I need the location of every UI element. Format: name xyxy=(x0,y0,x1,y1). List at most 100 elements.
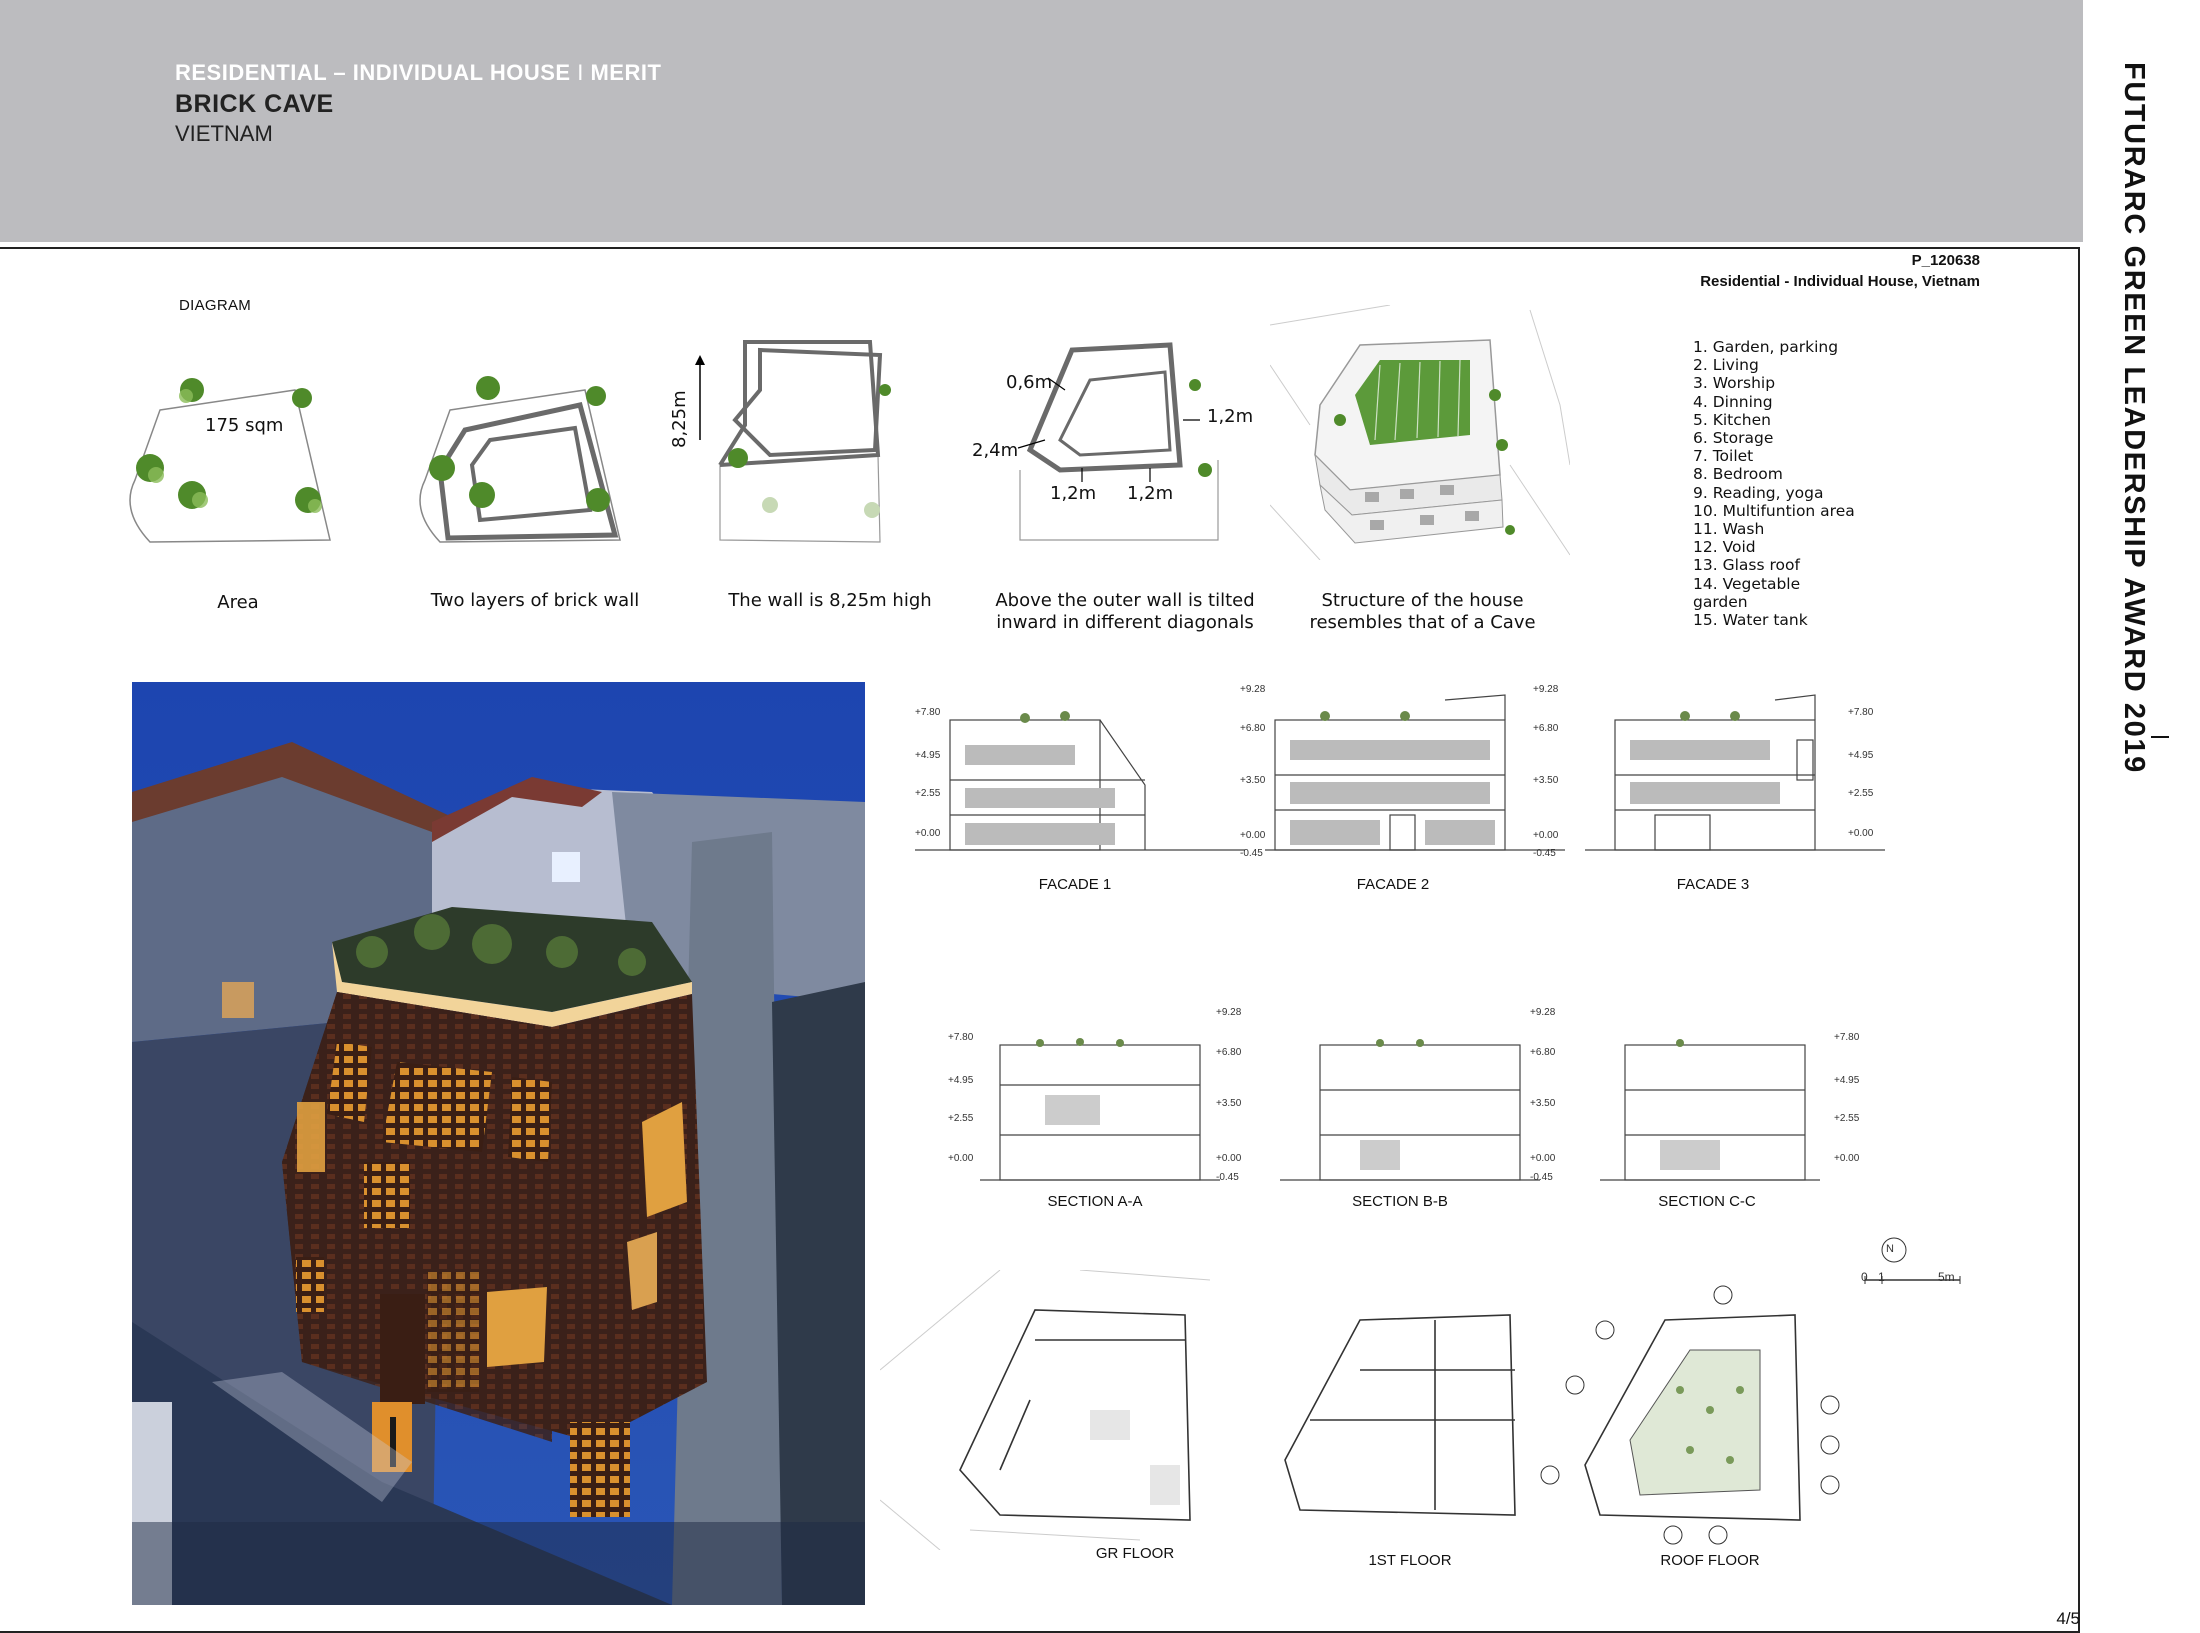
facade-drawings xyxy=(915,694,1885,851)
level-sa-495: +4.95 xyxy=(948,1075,974,1086)
legend-item: 13. Glass roof xyxy=(1693,556,1800,575)
level-f3-495: +4.95 xyxy=(1848,750,1874,761)
label-facade-2: FACADE 2 xyxy=(1356,876,1430,893)
level-sa-000: +0.00 xyxy=(948,1153,974,1164)
north-label: N xyxy=(1886,1243,1894,1255)
caption-wall-height: The wall is 8,25m high xyxy=(728,590,932,611)
level-f3-000: +0.00 xyxy=(1848,828,1874,839)
level-f2-928: +9.28 xyxy=(1533,684,1559,695)
level-f1-928: +9.28 xyxy=(1240,684,1266,695)
caption-brick-layers: Two layers of brick wall xyxy=(430,590,640,611)
legend-item: 7. Toilet xyxy=(1693,447,1754,466)
level-sc-000: +0.00 xyxy=(1834,1153,1860,1164)
caption-area: Area xyxy=(217,592,259,613)
dim-1-2-left: 1,2m xyxy=(1050,483,1097,504)
level-f1-255: +2.55 xyxy=(915,788,941,799)
level-sa-928: +9.28 xyxy=(1216,1007,1242,1018)
header-band xyxy=(0,0,2083,242)
category-line: RESIDENTIAL – INDIVIDUAL HOUSE I MERIT xyxy=(175,60,661,86)
level-f1-000b: +0.00 xyxy=(1240,830,1266,841)
legend-item: 12. Void xyxy=(1693,538,1756,557)
caption-tilt-line-1: Above the outer wall is tilted xyxy=(995,590,1255,611)
level-f1-000: +0.00 xyxy=(915,828,941,839)
legend-item: 5. Kitchen xyxy=(1693,410,1771,429)
floor-plan-drawings xyxy=(880,1270,1840,1550)
diagram-label: DIAGRAM xyxy=(179,297,252,314)
label-section-c: SECTION C-C xyxy=(1658,1193,1756,1210)
caption-tilted-wall: Above the outer wall is tilted inward in… xyxy=(980,590,1270,634)
diagram-brick-layers xyxy=(419,376,621,543)
level-sc-495: +4.95 xyxy=(1834,1075,1860,1086)
label-section-b: SECTION B-B xyxy=(1352,1193,1448,1210)
category-separator: I xyxy=(577,60,584,85)
label-first-floor: 1ST FLOOR xyxy=(1368,1552,1452,1569)
area-value: 175 sqm xyxy=(205,415,284,436)
project-code: P_120638 xyxy=(1911,252,1980,269)
project-subtitle: Residential - Individual House, Vietnam xyxy=(1700,273,1980,290)
legend-item: 1. Garden, parking xyxy=(1693,338,1839,356)
level-f1-350: +3.50 xyxy=(1240,775,1266,786)
room-legend: 1. Garden, parking 2. Living 3. Worship … xyxy=(1693,338,1883,629)
level-f1-neg: -0.45 xyxy=(1240,848,1263,859)
project-title: BRICK CAVE xyxy=(175,90,334,118)
legend-item: 9. Reading, yoga xyxy=(1693,483,1824,502)
diagram-wall-height xyxy=(695,340,891,543)
caption-tilt-line-2: inward in different diagonals xyxy=(996,612,1254,633)
caption-cave-line-1: Structure of the house xyxy=(1321,590,1524,611)
diagram-cave-structure xyxy=(1270,305,1570,560)
level-sb-928: +9.28 xyxy=(1530,1007,1556,1018)
side-title: FUTURARC GREEN LEADERSHIP AWARD 2019 xyxy=(2118,62,2150,774)
page-number: 4/5 xyxy=(2056,1609,2080,1628)
level-sa-000b: +0.00 xyxy=(1216,1153,1242,1164)
caption-cave: Structure of the house resembles that of… xyxy=(1300,590,1545,634)
scale-five: 5m xyxy=(1938,1270,1955,1284)
legend-item: 2. Living xyxy=(1693,356,1759,375)
level-f2-680: +6.80 xyxy=(1533,723,1559,734)
level-f2-350: +3.50 xyxy=(1533,775,1559,786)
side-title-tick xyxy=(2151,736,2169,738)
height-dimension: 8,25m xyxy=(669,390,690,448)
award-text: MERIT xyxy=(590,60,662,85)
legend-item: 8. Bedroom xyxy=(1693,465,1783,484)
level-sc-780: +7.80 xyxy=(1834,1032,1860,1043)
dim-0-6: 0,6m xyxy=(1006,372,1053,393)
caption-cave-line-2: resembles that of a Cave xyxy=(1309,612,1536,633)
dim-1-2-right: 1,2m xyxy=(1207,406,1254,427)
legend-item: 10. Multifuntion area xyxy=(1693,501,1855,520)
diagram-tilted-wall xyxy=(1017,342,1219,541)
level-f1-780: +7.80 xyxy=(915,707,941,718)
dim-2-4: 2,4m xyxy=(972,440,1019,461)
dim-1-2-center: 1,2m xyxy=(1127,483,1174,504)
legend-item: 6. Storage xyxy=(1693,429,1774,448)
level-sc-255: +2.55 xyxy=(1834,1113,1860,1124)
diagram-area xyxy=(129,378,331,543)
label-facade-3: FACADE 3 xyxy=(1676,876,1750,893)
category-text: RESIDENTIAL – INDIVIDUAL HOUSE xyxy=(175,60,571,85)
legend-item: garden xyxy=(1693,592,1748,611)
legend-item: 4. Dinning xyxy=(1693,392,1773,411)
project-location: VIETNAM xyxy=(175,121,273,146)
level-f3-255: +2.55 xyxy=(1848,788,1874,799)
level-sa-255: +2.55 xyxy=(948,1113,974,1124)
label-facade-1: FACADE 1 xyxy=(1038,876,1112,893)
level-f2-neg: -0.45 xyxy=(1533,848,1556,859)
night-exterior-photo xyxy=(132,682,865,1605)
level-sb-680: +6.80 xyxy=(1530,1047,1556,1058)
level-sb-neg: -0.45 xyxy=(1530,1172,1553,1183)
label-section-a: SECTION A-A xyxy=(1047,1193,1143,1210)
section-drawings xyxy=(980,1038,1820,1181)
level-f1-680: +6.80 xyxy=(1240,723,1266,734)
legend-item: 14. Vegetable xyxy=(1693,574,1801,593)
level-sa-680: +6.80 xyxy=(1216,1047,1242,1058)
legend-item: 15. Water tank xyxy=(1693,611,1808,630)
level-sa-350: +3.50 xyxy=(1216,1098,1242,1109)
legend-item: 11. Wash xyxy=(1693,520,1765,539)
level-sa-neg: -0.45 xyxy=(1216,1172,1239,1183)
level-f2-000: +0.00 xyxy=(1533,830,1559,841)
label-ground-floor: GR FLOOR xyxy=(1095,1545,1175,1562)
level-sa-780: +7.80 xyxy=(948,1032,974,1043)
legend-item: 3. Worship xyxy=(1693,374,1776,393)
level-f1-495: +4.95 xyxy=(915,750,941,761)
label-roof-floor: ROOF FLOOR xyxy=(1660,1552,1760,1569)
level-f3-780: +7.80 xyxy=(1848,707,1874,718)
